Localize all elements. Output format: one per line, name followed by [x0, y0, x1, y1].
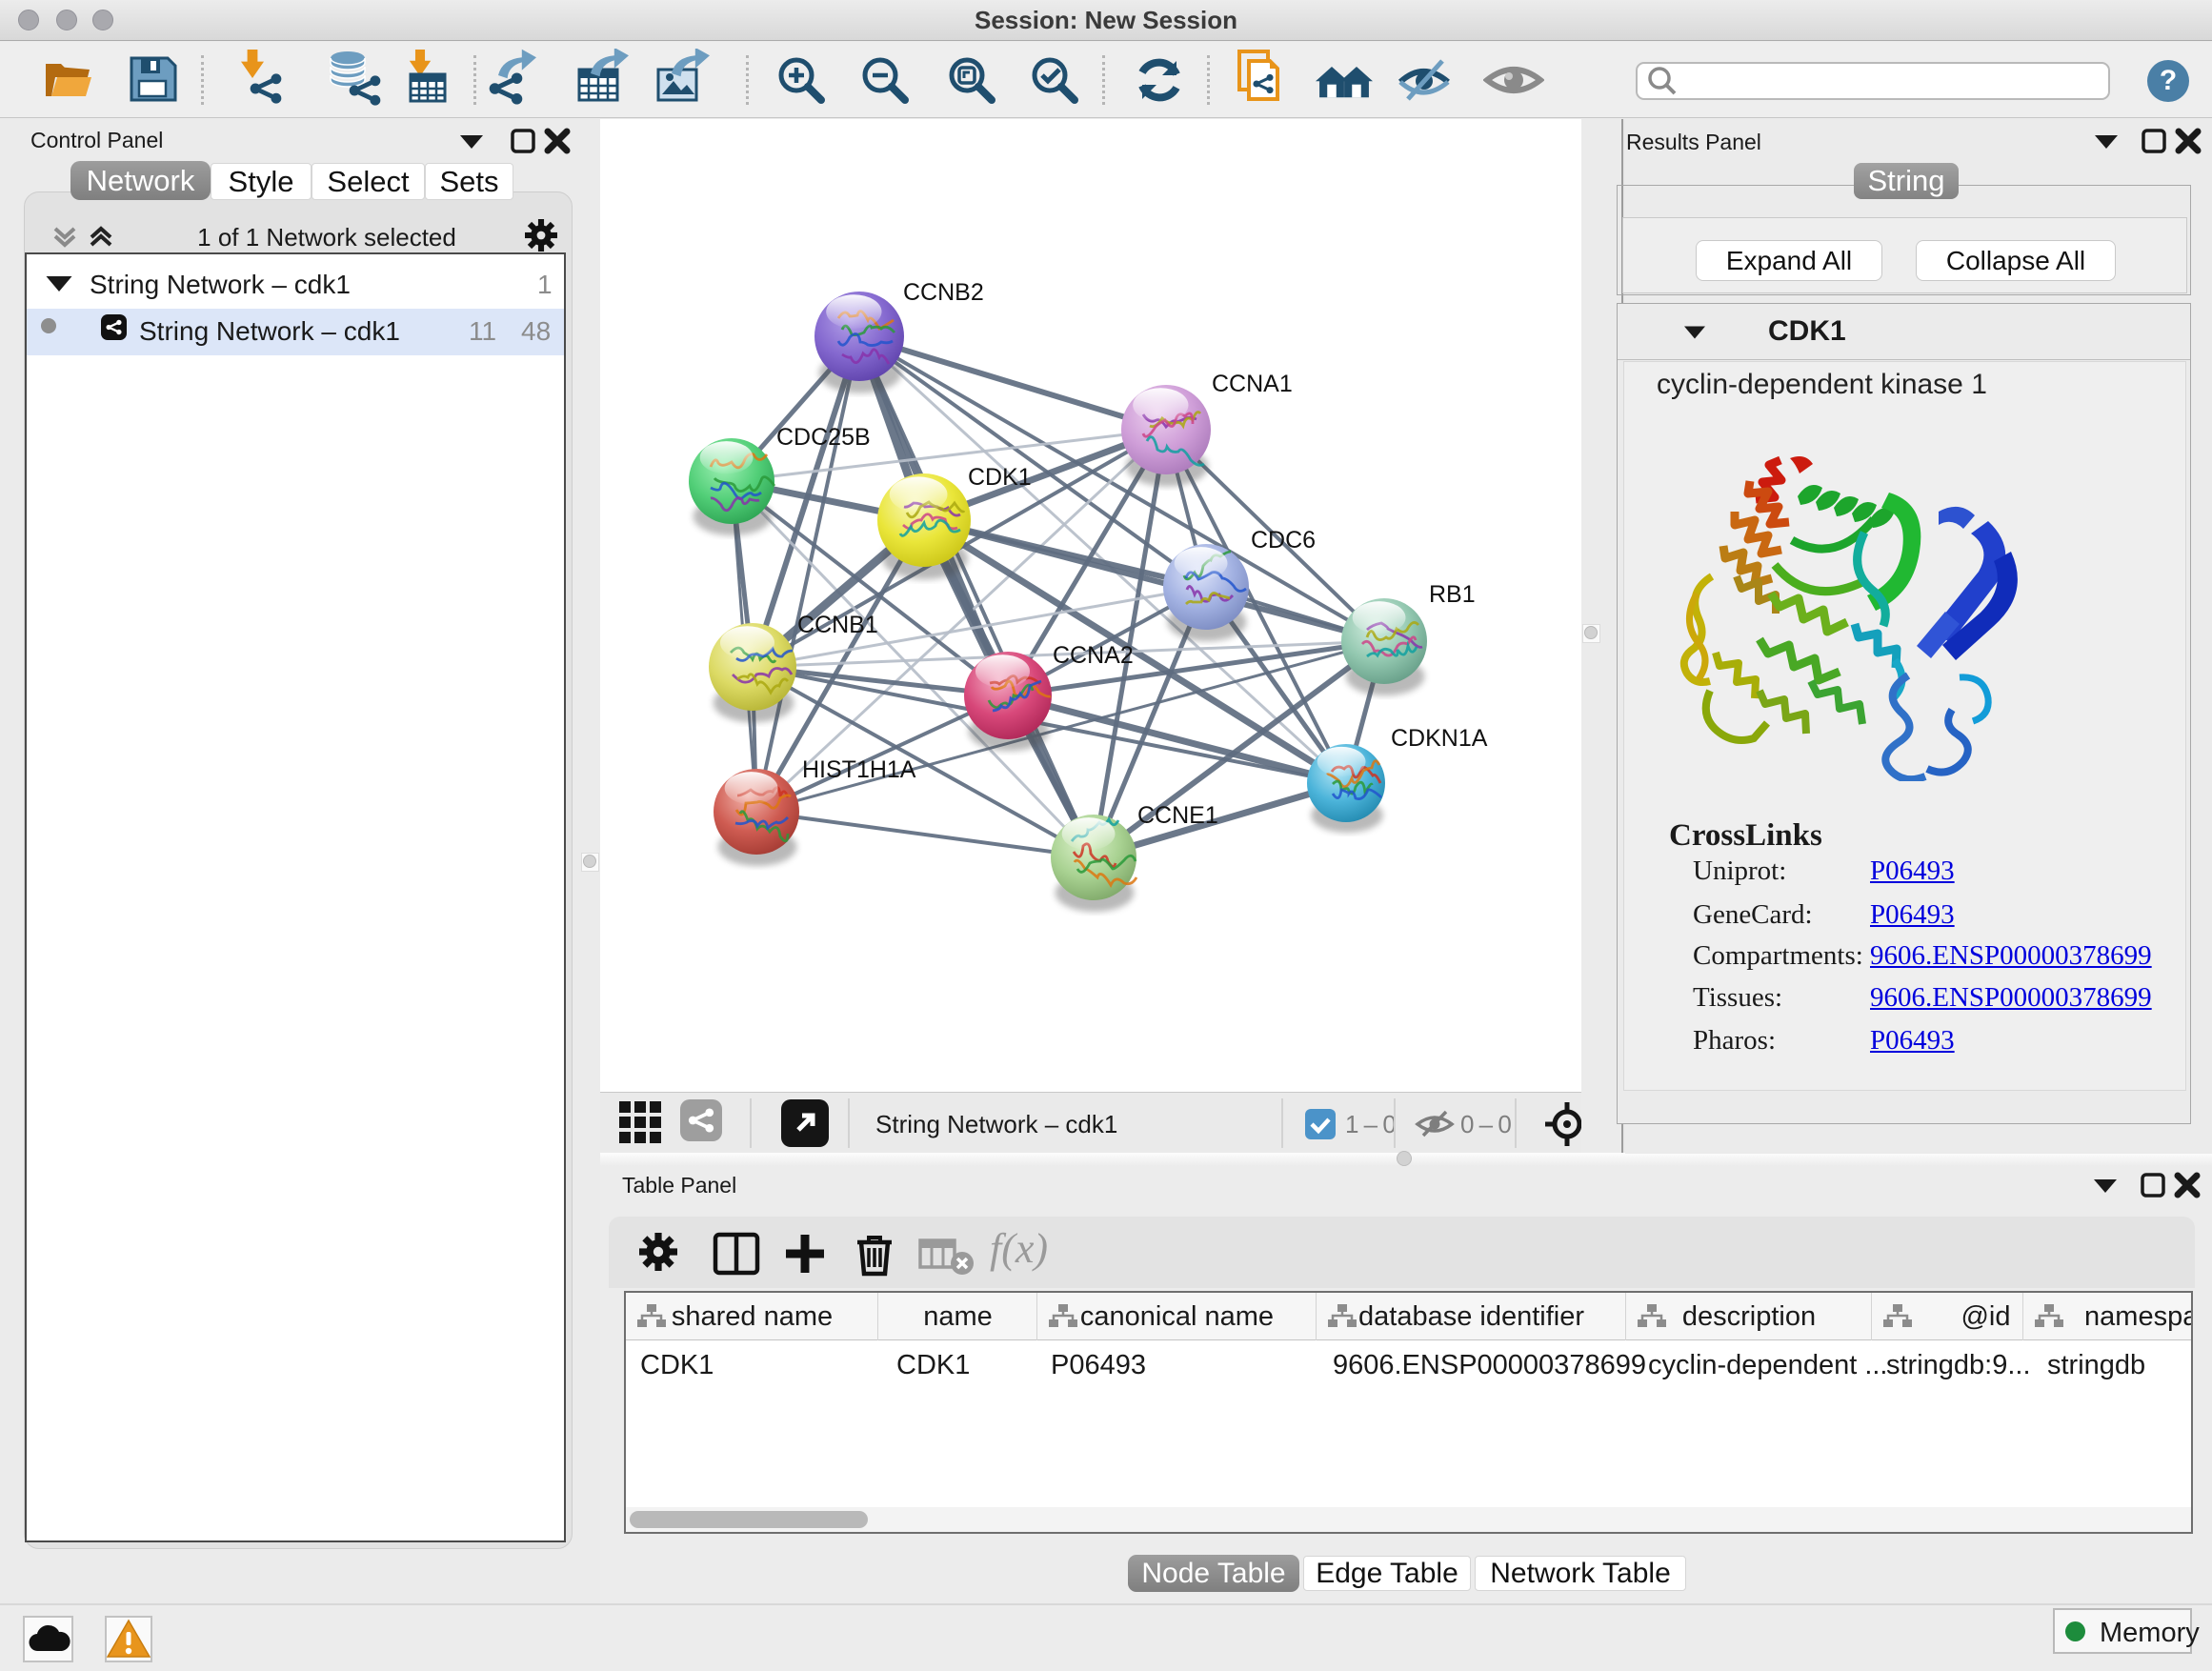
svg-text:RB1: RB1	[1429, 581, 1476, 608]
svg-text:CDKN1A: CDKN1A	[1391, 725, 1488, 752]
svg-text:CDC25B: CDC25B	[776, 424, 871, 451]
svg-text:?: ?	[2160, 65, 2177, 96]
svg-text:CCNE1: CCNE1	[1137, 802, 1218, 829]
svg-text:CDC6: CDC6	[1251, 527, 1316, 554]
svg-text:CCNA2: CCNA2	[1053, 642, 1134, 669]
svg-text:CCNB2: CCNB2	[903, 279, 984, 306]
svg-text:HIST1H1A: HIST1H1A	[802, 756, 916, 783]
svg-text:CCNB1: CCNB1	[797, 612, 878, 638]
svg-text:CCNA1: CCNA1	[1212, 371, 1293, 397]
svg-text:CDK1: CDK1	[968, 464, 1032, 491]
